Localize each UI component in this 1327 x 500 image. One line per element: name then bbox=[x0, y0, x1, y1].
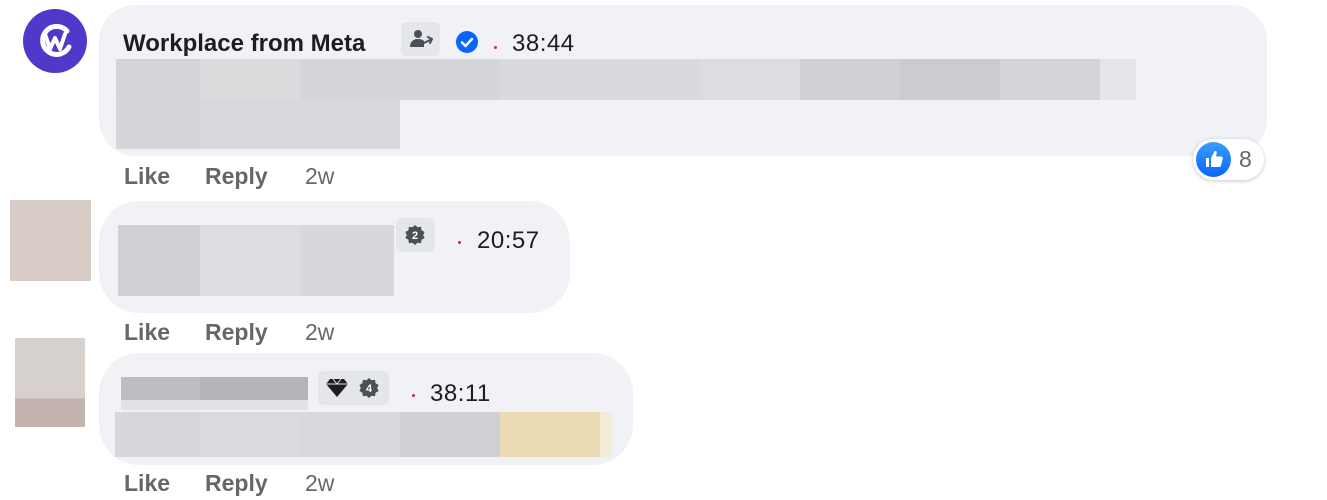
comment-timestamp[interactable]: 20:57 bbox=[477, 227, 540, 255]
like-button[interactable]: Like bbox=[124, 319, 170, 346]
svg-text:4: 4 bbox=[366, 383, 373, 395]
like-button[interactable]: Like bbox=[124, 163, 170, 190]
comment-age[interactable]: 2w bbox=[305, 319, 334, 346]
reply-button[interactable]: Reply bbox=[205, 319, 268, 346]
reply-button[interactable]: Reply bbox=[205, 163, 268, 190]
separator-dot bbox=[412, 394, 415, 397]
author-badge[interactable] bbox=[401, 22, 440, 56]
workplace-logo-avatar[interactable] bbox=[23, 9, 87, 73]
diamond-icon bbox=[326, 378, 348, 397]
level-badge-icon: 4 bbox=[359, 378, 379, 398]
reaction-count: 8 bbox=[1239, 146, 1252, 172]
author-name[interactable]: Workplace from Meta bbox=[123, 30, 365, 58]
separator-dot bbox=[494, 46, 497, 49]
verified-badge-icon bbox=[456, 31, 478, 53]
comment-age[interactable]: 2w bbox=[305, 470, 334, 497]
avatar[interactable] bbox=[10, 200, 91, 281]
reply-button[interactable]: Reply bbox=[205, 470, 268, 497]
separator-dot bbox=[458, 241, 461, 244]
level-badge[interactable]: 2 bbox=[396, 218, 435, 252]
level-badge-icon: 2 bbox=[405, 225, 425, 245]
user-share-icon bbox=[410, 30, 433, 47]
comment-timestamp[interactable]: 38:44 bbox=[512, 30, 575, 58]
avatar[interactable] bbox=[15, 338, 85, 427]
comment-timestamp[interactable]: 38:11 bbox=[430, 380, 491, 408]
like-button[interactable]: Like bbox=[124, 470, 170, 497]
fan-badge[interactable]: 4 bbox=[318, 371, 389, 405]
reaction-summary[interactable]: 8 bbox=[1193, 139, 1264, 180]
comment-age[interactable]: 2w bbox=[305, 163, 334, 190]
svg-text:2: 2 bbox=[412, 230, 418, 242]
like-icon bbox=[1196, 142, 1231, 177]
workplace-logo-icon bbox=[40, 23, 72, 57]
